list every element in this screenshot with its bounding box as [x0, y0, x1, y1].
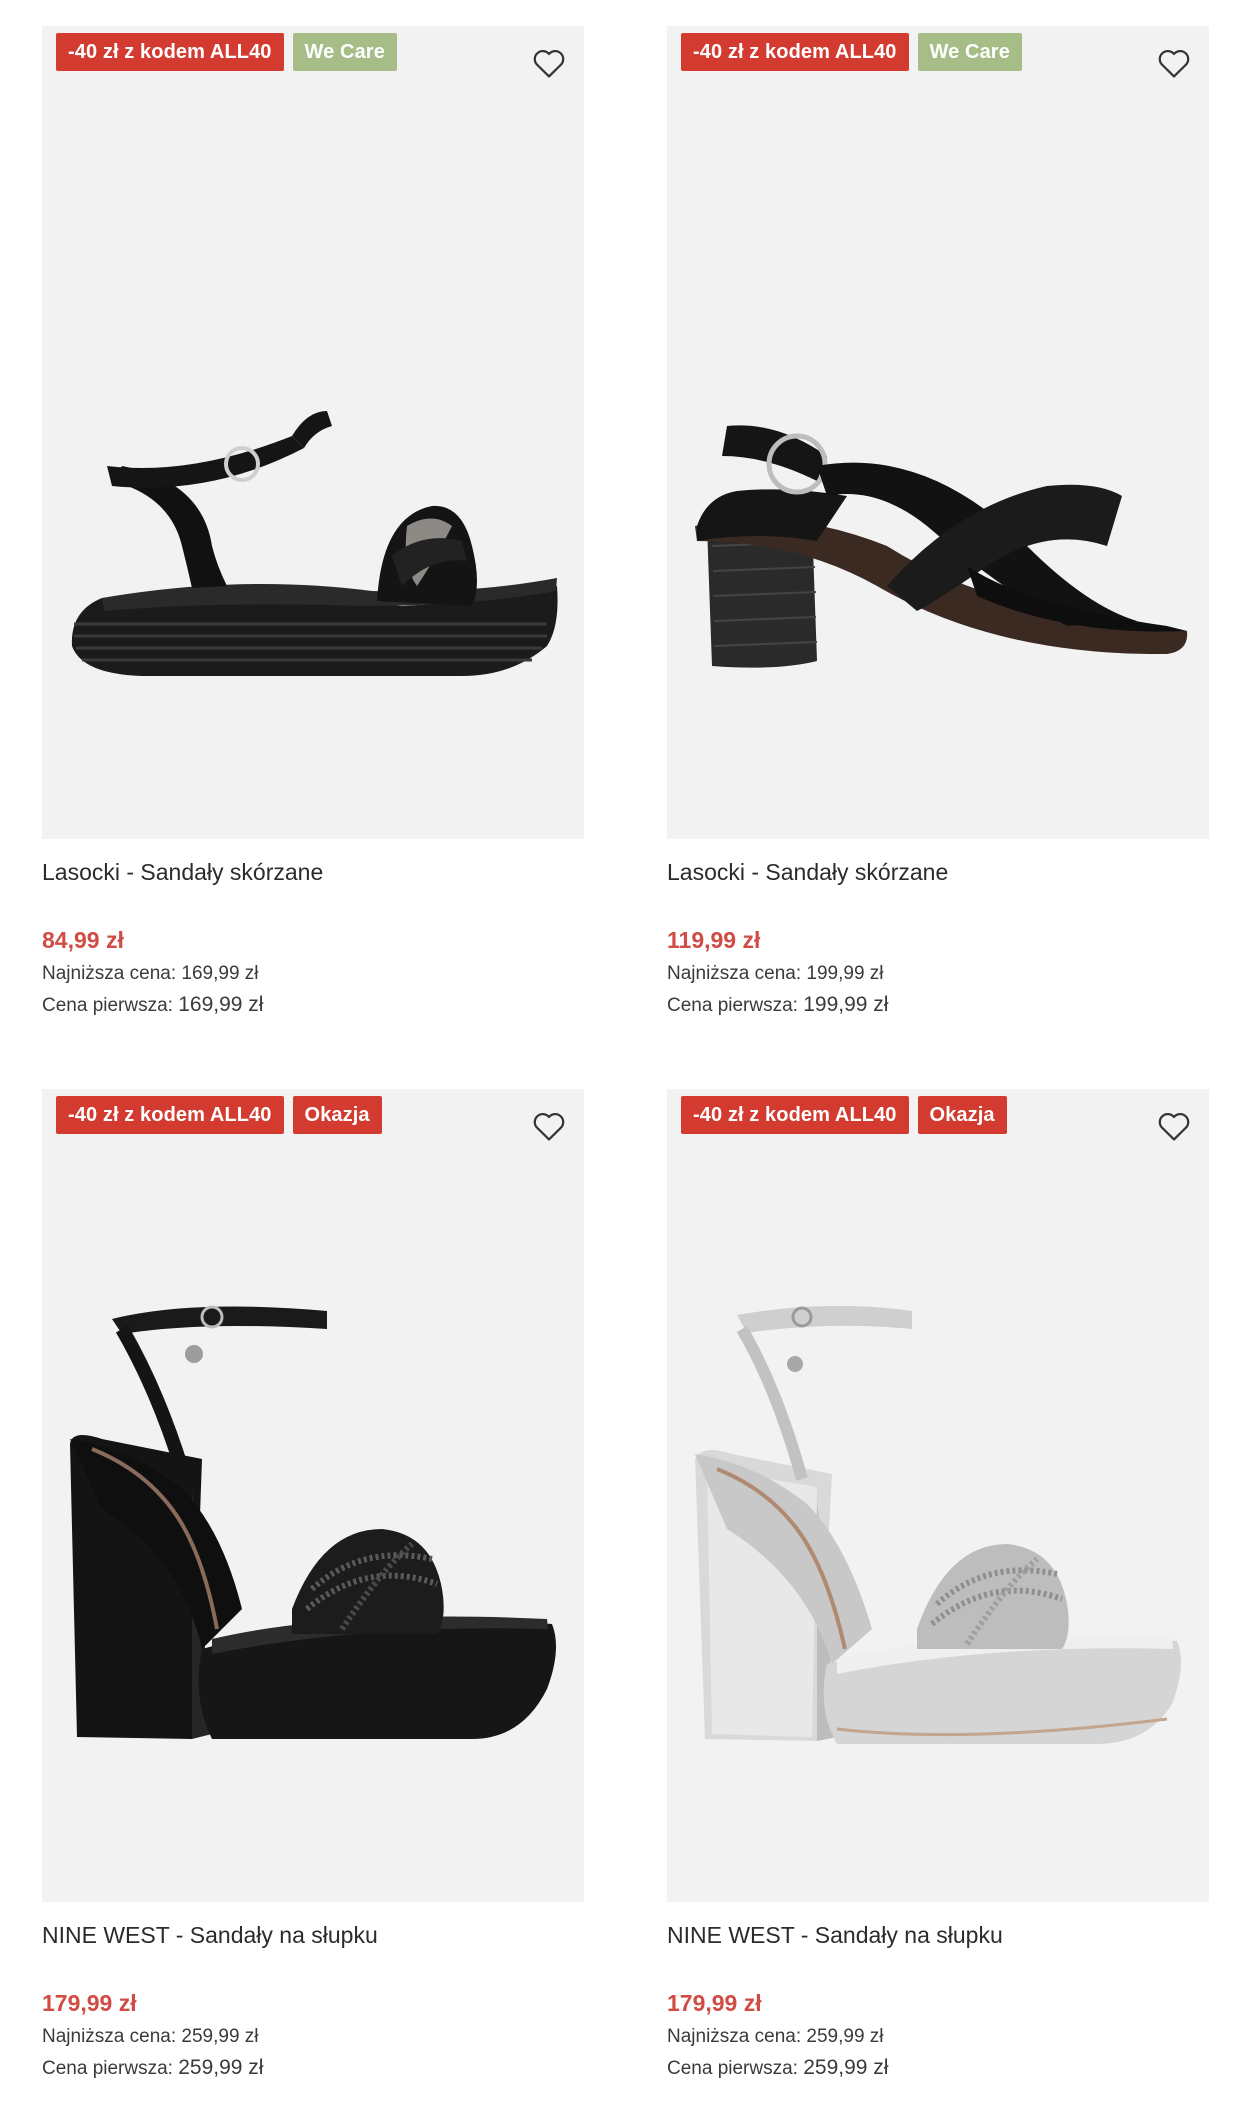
deal-badge: Okazja: [917, 1096, 1007, 1134]
platform-sandal-silver-image: [695, 1305, 1181, 1744]
heart-icon[interactable]: [530, 1107, 568, 1145]
lowest-price-value: 199,99 zł: [806, 963, 884, 984]
product-image[interactable]: -40 zł z kodem ALL40 Okazja: [42, 1089, 584, 1902]
promo-code-badge: -40 zł z kodem ALL40: [681, 33, 909, 71]
product-card[interactable]: -40 zł z kodem ALL40 We Care Lasocki - S…: [42, 26, 584, 1020]
promo-code-badge: -40 zł z kodem ALL40: [681, 1096, 909, 1134]
product-image[interactable]: -40 zł z kodem ALL40 We Care: [42, 26, 584, 839]
first-price-label: Cena pierwsza:: [667, 2058, 798, 2079]
product-price: 179,99 zł: [667, 1990, 762, 2016]
first-price-row: Cena pierwsza: 199,99 zł: [667, 989, 1209, 1020]
we-care-badge: We Care: [292, 33, 397, 71]
lowest-price-label: Najniższa cena:: [42, 963, 177, 984]
block-heel-sandal-image: [695, 425, 1188, 668]
lowest-price-value: 259,99 zł: [181, 2026, 259, 2047]
product-card[interactable]: -40 zł z kodem ALL40 We Care Lasocki - S…: [667, 26, 1209, 1020]
promo-code-badge: -40 zł z kodem ALL40: [56, 1096, 284, 1134]
product-image[interactable]: -40 zł z kodem ALL40 We Care: [667, 26, 1209, 839]
product-name[interactable]: NINE WEST - Sandały na słupku: [667, 1920, 1209, 1950]
platform-sandal-black-image: [70, 1305, 556, 1739]
we-care-badge: We Care: [917, 33, 1022, 71]
product-price: 179,99 zł: [42, 1990, 137, 2016]
first-price-label: Cena pierwsza:: [42, 2058, 173, 2079]
promo-code-badge: -40 zł z kodem ALL40: [56, 33, 284, 71]
lowest-price-row: Najniższa cena: 199,99 zł: [667, 958, 1209, 989]
first-price-value: 259,99 zł: [803, 2056, 889, 2079]
product-card[interactable]: -40 zł z kodem ALL40 Okazja NINE WEST - …: [42, 1089, 584, 2083]
lowest-price-row: Najniższa cena: 259,99 zł: [42, 2021, 584, 2052]
badge-group: -40 zł z kodem ALL40 Okazja: [56, 1096, 382, 1134]
deal-badge: Okazja: [292, 1096, 382, 1134]
badge-group: -40 zł z kodem ALL40 We Care: [681, 33, 1022, 71]
product-name[interactable]: NINE WEST - Sandały na słupku: [42, 1920, 584, 1950]
product-name[interactable]: Lasocki - Sandały skórzane: [42, 857, 584, 887]
product-name[interactable]: Lasocki - Sandały skórzane: [667, 857, 1209, 887]
product-price: 119,99 zł: [667, 927, 761, 953]
lowest-price-label: Najniższa cena:: [42, 2026, 177, 2047]
wedge-sandal-image: [71, 411, 558, 676]
lowest-price-row: Najniższa cena: 169,99 zł: [42, 958, 584, 989]
first-price-value: 199,99 zł: [803, 993, 889, 1016]
badge-group: -40 zł z kodem ALL40 We Care: [56, 33, 397, 71]
heart-icon[interactable]: [1155, 44, 1193, 82]
lowest-price-value: 259,99 zł: [806, 2026, 884, 2047]
badge-group: -40 zł z kodem ALL40 Okazja: [681, 1096, 1007, 1134]
first-price-label: Cena pierwsza:: [667, 995, 798, 1016]
lowest-price-row: Najniższa cena: 259,99 zł: [667, 2021, 1209, 2052]
first-price-row: Cena pierwsza: 259,99 zł: [42, 2052, 584, 2083]
first-price-row: Cena pierwsza: 259,99 zł: [667, 2052, 1209, 2083]
first-price-value: 259,99 zł: [178, 2056, 264, 2079]
first-price-row: Cena pierwsza: 169,99 zł: [42, 989, 584, 1020]
product-grid: -40 zł z kodem ALL40 We Care Lasocki - S…: [0, 0, 1250, 2123]
first-price-value: 169,99 zł: [178, 993, 264, 1016]
first-price-label: Cena pierwsza:: [42, 995, 173, 1016]
lowest-price-value: 169,99 zł: [181, 963, 259, 984]
lowest-price-label: Najniższa cena:: [667, 2026, 802, 2047]
product-card[interactable]: -40 zł z kodem ALL40 Okazja NINE WEST - …: [667, 1089, 1209, 2083]
heart-icon[interactable]: [1155, 1107, 1193, 1145]
heart-icon[interactable]: [530, 44, 568, 82]
lowest-price-label: Najniższa cena:: [667, 963, 802, 984]
product-image[interactable]: -40 zł z kodem ALL40 Okazja: [667, 1089, 1209, 1902]
product-price: 84,99 zł: [42, 927, 124, 953]
